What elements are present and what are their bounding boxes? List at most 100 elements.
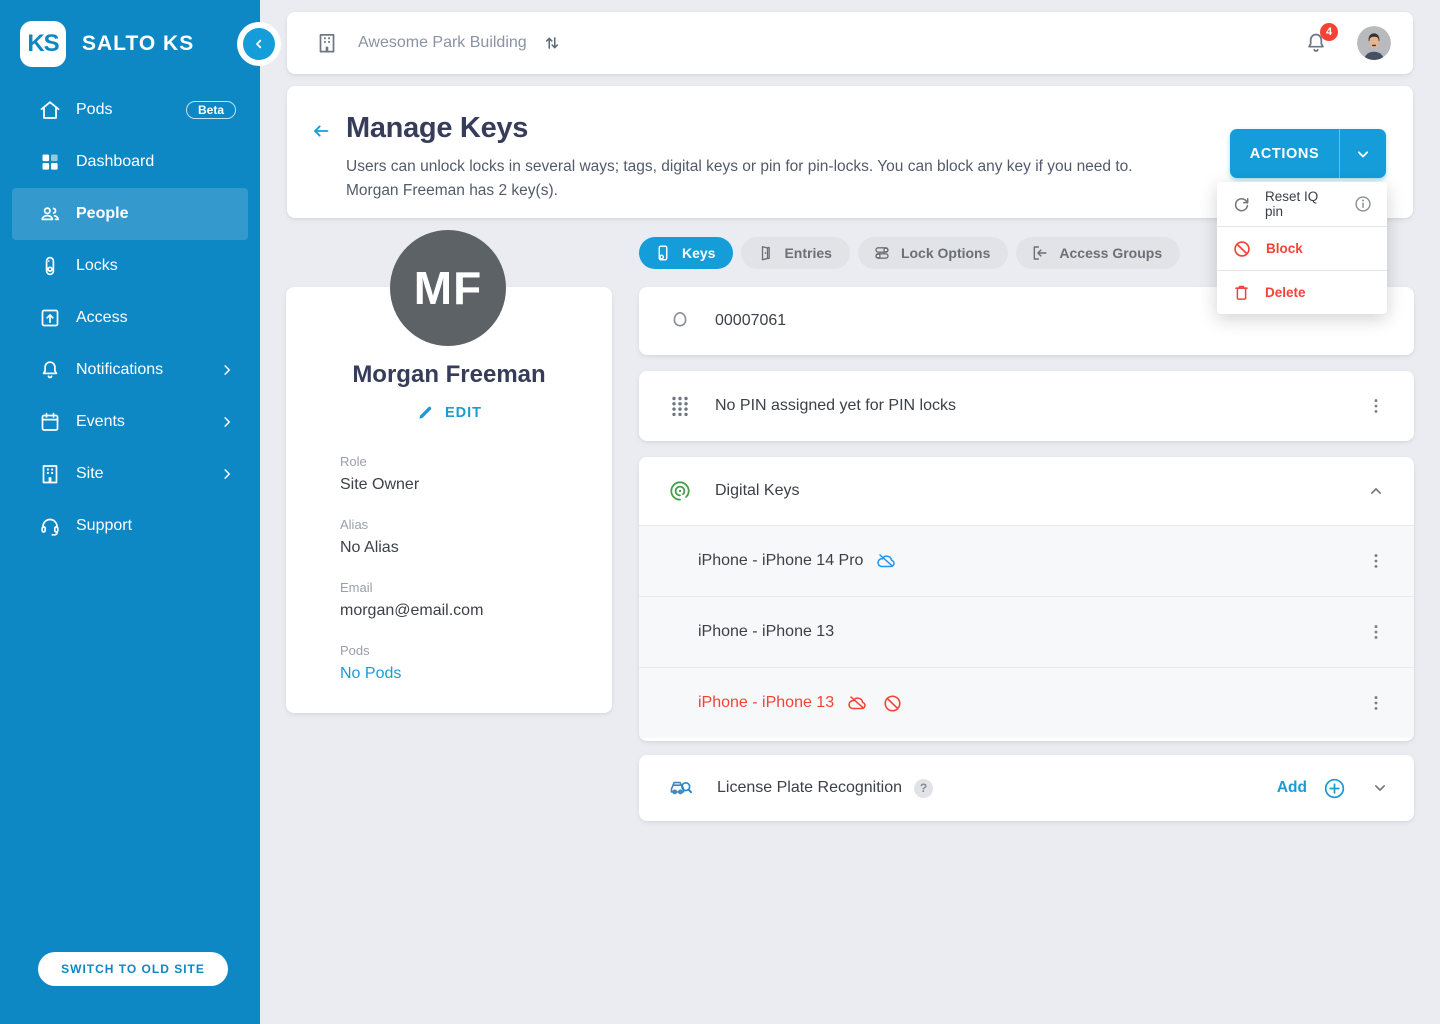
field-value: Site Owner xyxy=(340,476,612,494)
digital-key-row-iphone-13: iPhone - iPhone 13 xyxy=(639,596,1414,667)
tab-label: Access Groups xyxy=(1059,245,1162,261)
profile-field-email: Email morgan@email.com xyxy=(340,580,612,620)
field-label: Role xyxy=(340,454,612,469)
sidebar-item-label: Access xyxy=(76,309,128,327)
lpr-title: License Plate Recognition xyxy=(717,779,902,797)
switch-to-old-site-button[interactable]: SWITCH TO OLD SITE xyxy=(38,952,228,986)
menu-item-reset-iq-pin[interactable]: Reset IQ pin xyxy=(1217,182,1387,226)
sort-arrows-icon[interactable] xyxy=(541,32,563,54)
pin-status: No PIN assigned yet for PIN locks xyxy=(715,397,956,415)
digital-key-row-iphone-13-blocked: iPhone - iPhone 13 xyxy=(639,667,1414,738)
sidebar-item-support[interactable]: Support xyxy=(12,500,248,552)
digital-keys-card: Digital Keys iPhone - iPhone 14 Pro iPho… xyxy=(639,457,1414,741)
help-icon[interactable]: ? xyxy=(914,779,933,798)
car-search-icon xyxy=(668,775,694,801)
tab-keys[interactable]: Keys xyxy=(639,237,733,269)
menu-item-label: Block xyxy=(1266,241,1303,256)
tab-access-groups[interactable]: Access Groups xyxy=(1016,237,1180,269)
chevron-left-icon xyxy=(250,35,268,53)
sidebar-item-label: Locks xyxy=(76,257,118,275)
kebab-menu-icon[interactable] xyxy=(1362,618,1390,646)
tab-lock-options[interactable]: Lock Options xyxy=(858,237,1008,269)
profile-field-alias: Alias No Alias xyxy=(340,517,612,557)
bell-icon xyxy=(38,358,62,382)
field-label: Pods xyxy=(340,643,612,658)
sidebar-item-dashboard[interactable]: Dashboard xyxy=(12,136,248,188)
edit-button-label: EDIT xyxy=(445,405,482,421)
edit-button[interactable]: EDIT xyxy=(286,403,612,422)
calendar-icon xyxy=(38,410,62,434)
topbar: Awesome Park Building 4 xyxy=(287,12,1413,74)
plus-circle-icon[interactable] xyxy=(1323,777,1346,800)
sidebar-item-access[interactable]: Access xyxy=(12,292,248,344)
chevron-down-icon[interactable] xyxy=(1370,778,1390,798)
refresh-icon xyxy=(1232,195,1251,214)
logo-text: SALTO KS xyxy=(82,32,194,56)
sidebar-item-events[interactable]: Events xyxy=(12,396,248,448)
tag-number: 00007061 xyxy=(715,312,786,330)
dashboard-icon xyxy=(38,150,62,174)
license-plate-recognition-row: License Plate Recognition ? Add xyxy=(639,755,1414,821)
cloud-off-icon xyxy=(846,692,868,714)
logo: KS SALTO KS xyxy=(0,0,260,67)
profile-field-pods: Pods No Pods xyxy=(340,643,612,683)
main-content: Awesome Park Building 4 Manage Keys xyxy=(260,0,1440,1024)
menu-item-delete[interactable]: Delete xyxy=(1217,270,1387,314)
home-icon xyxy=(38,98,62,122)
sidebar-item-people[interactable]: People xyxy=(12,188,248,240)
profile-initials: MF xyxy=(414,261,482,315)
add-plate-button[interactable]: Add xyxy=(1277,779,1307,797)
digital-key-label: iPhone - iPhone 14 Pro xyxy=(698,552,863,570)
chevron-right-icon xyxy=(218,465,236,483)
sidebar-collapse-button[interactable] xyxy=(243,28,275,60)
field-label: Alias xyxy=(340,517,612,532)
sidebar-item-label: Support xyxy=(76,517,132,535)
page-description-line1: Users can unlock locks in several ways; … xyxy=(346,155,1133,179)
digital-keys-header[interactable]: Digital Keys xyxy=(639,457,1414,525)
profile-field-role: Role Site Owner xyxy=(340,454,612,494)
notifications-bell-button[interactable]: 4 xyxy=(1303,30,1329,56)
page-description-line2: Morgan Freeman has 2 key(s). xyxy=(346,179,1133,203)
kebab-menu-icon[interactable] xyxy=(1362,547,1390,575)
trash-icon xyxy=(1232,283,1251,302)
tab-label: Keys xyxy=(682,245,715,261)
tab-label: Lock Options xyxy=(901,245,990,261)
building-icon xyxy=(314,30,340,56)
sidebar-item-site[interactable]: Site xyxy=(12,448,248,500)
digital-key-spiral-icon xyxy=(668,479,692,503)
sidebar-item-pods[interactable]: Pods Beta xyxy=(12,84,248,136)
chevron-right-icon xyxy=(218,361,236,379)
logo-monogram: KS xyxy=(20,21,66,67)
sidebar-nav: Pods Beta Dashboard People Locks Acces xyxy=(0,84,260,552)
profile-card: MF Morgan Freeman EDIT Role Site Owner A… xyxy=(286,287,612,713)
sidebar-item-label: Dashboard xyxy=(76,153,154,171)
no-pods-link[interactable]: No Pods xyxy=(340,665,612,683)
pencil-icon xyxy=(416,403,435,422)
sidebar-item-locks[interactable]: Locks xyxy=(12,240,248,292)
chevron-up-icon[interactable] xyxy=(1362,477,1390,505)
sidebar-item-notifications[interactable]: Notifications xyxy=(12,344,248,396)
people-icon xyxy=(38,202,62,226)
digital-keys-title: Digital Keys xyxy=(715,482,799,500)
field-label: Email xyxy=(340,580,612,595)
chevron-down-icon xyxy=(1340,144,1386,164)
beta-badge: Beta xyxy=(186,101,236,119)
info-icon[interactable] xyxy=(1353,194,1373,214)
digital-key-row-iphone-14-pro: iPhone - iPhone 14 Pro xyxy=(639,525,1414,596)
chevron-right-icon xyxy=(218,413,236,431)
kebab-menu-icon[interactable] xyxy=(1362,392,1390,420)
import-arrow-icon xyxy=(1030,243,1050,263)
kebab-menu-icon[interactable] xyxy=(1362,689,1390,717)
back-arrow-icon[interactable] xyxy=(310,120,332,142)
keypad-dots-icon xyxy=(668,394,692,418)
tab-entries[interactable]: Entries xyxy=(741,237,849,269)
notification-count-badge: 4 xyxy=(1320,23,1338,41)
phone-key-icon xyxy=(653,243,673,263)
block-icon xyxy=(1232,239,1252,259)
menu-item-block[interactable]: Block xyxy=(1217,226,1387,270)
page-title: Manage Keys xyxy=(346,112,1133,145)
headset-icon xyxy=(38,514,62,538)
actions-button[interactable]: ACTIONS xyxy=(1230,129,1386,178)
user-avatar[interactable] xyxy=(1357,26,1391,60)
sidebar-item-label: People xyxy=(76,205,128,223)
